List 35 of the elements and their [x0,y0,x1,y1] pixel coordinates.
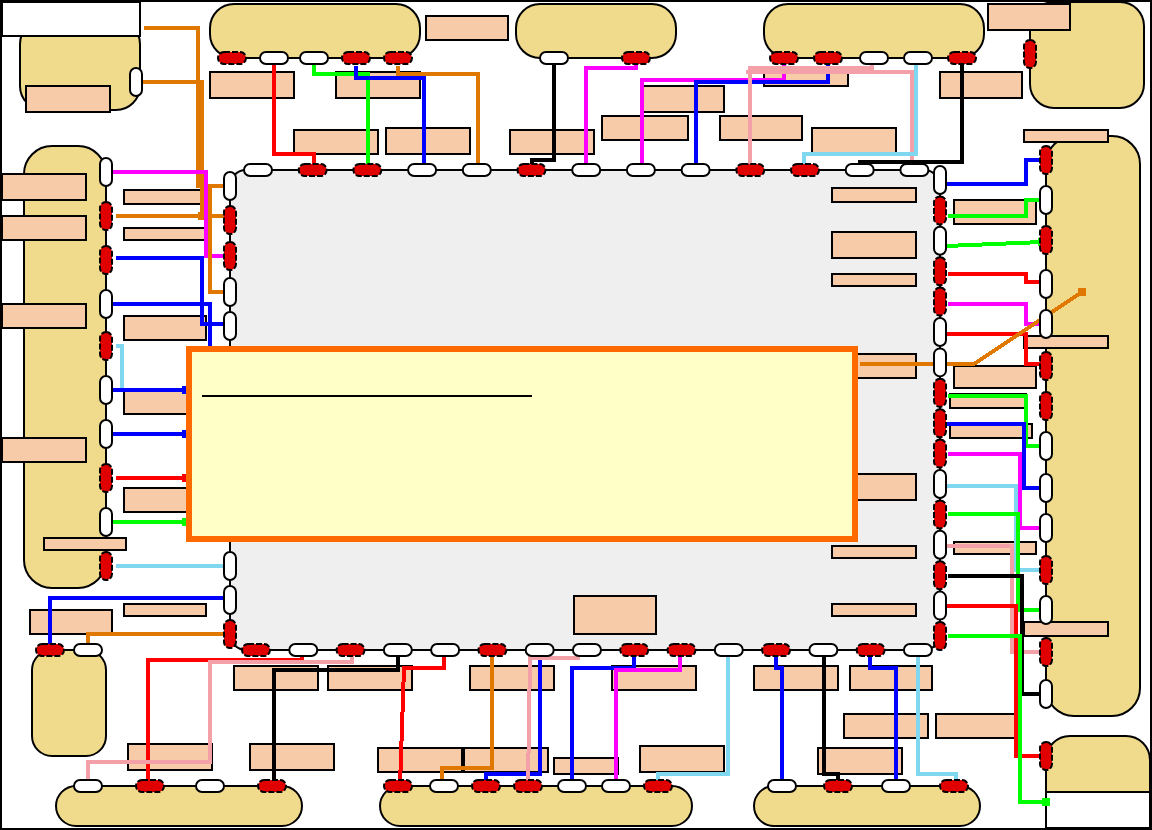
label-tag [123,603,207,617]
label-tag [719,115,803,141]
label-tag [641,85,725,113]
label-tag [249,743,335,771]
label-tag [29,609,113,635]
label-tag [293,129,379,155]
label-tag [573,595,657,635]
label-tag [209,71,295,99]
label-tag [831,545,917,559]
label-tag [123,227,207,241]
label-tag [855,473,917,501]
label-tag [377,747,463,773]
module-block [31,649,107,757]
label-tag [831,231,917,259]
label-tag [43,537,127,551]
label-tag [817,747,903,775]
label-tag [509,129,595,155]
label-tag [601,115,689,141]
label-tag [831,187,917,203]
label-tag [25,85,111,113]
label-tag [753,665,839,691]
label-tag [639,745,725,773]
label-tag [843,713,929,739]
label-tag [811,127,897,155]
label-tag [831,273,917,287]
label-tag [935,713,1019,739]
label-tag [425,15,509,41]
label-tag [1023,621,1109,637]
label-tag [953,365,1037,389]
label-tag [1023,129,1109,143]
label-tag [1023,335,1109,349]
label-tag [123,315,207,341]
label-tag [939,71,1023,99]
label-tag [831,603,917,617]
label-tag [385,127,471,155]
